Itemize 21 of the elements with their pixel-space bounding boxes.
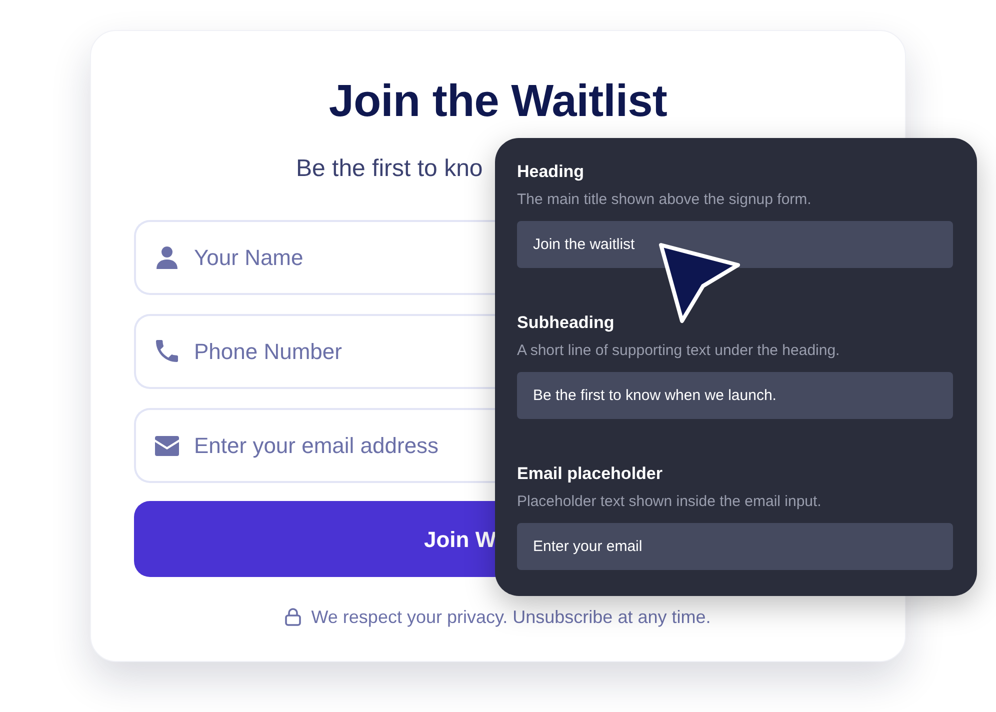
email-field[interactable]: Enter your email address: [134, 408, 496, 483]
text-field[interactable]: Join the waitlist: [517, 221, 953, 268]
field-label: Subheading: [517, 313, 614, 333]
phone-icon: [156, 340, 178, 362]
join-waitlist-button[interactable]: Join W: [134, 501, 496, 577]
field-description: Placeholder text shown inside the email input.: [517, 492, 822, 512]
text-field[interactable]: Enter your email: [517, 523, 953, 570]
field-label: Heading: [517, 162, 584, 182]
signup-title: Join the Waitlist: [328, 75, 668, 126]
field-label: Email placeholder: [517, 464, 662, 484]
name-field[interactable]: Your Name: [134, 220, 496, 295]
cursor-icon: [657, 240, 743, 326]
field-description: A short line of supporting text under the heading.: [517, 341, 840, 361]
envelope-icon: [155, 436, 179, 456]
field-description: The main title shown above the signup form.: [517, 190, 812, 210]
signup-subtitle: Be the first to kno: [296, 155, 483, 182]
person-icon: [156, 246, 178, 269]
privacy-note: We respect your privacy. Unsubscribe at any time.: [311, 606, 711, 628]
phone-field[interactable]: Phone Number: [134, 314, 496, 389]
text-field[interactable]: Be the first to know when we launch.: [517, 372, 953, 419]
lock-icon: [285, 608, 302, 626]
